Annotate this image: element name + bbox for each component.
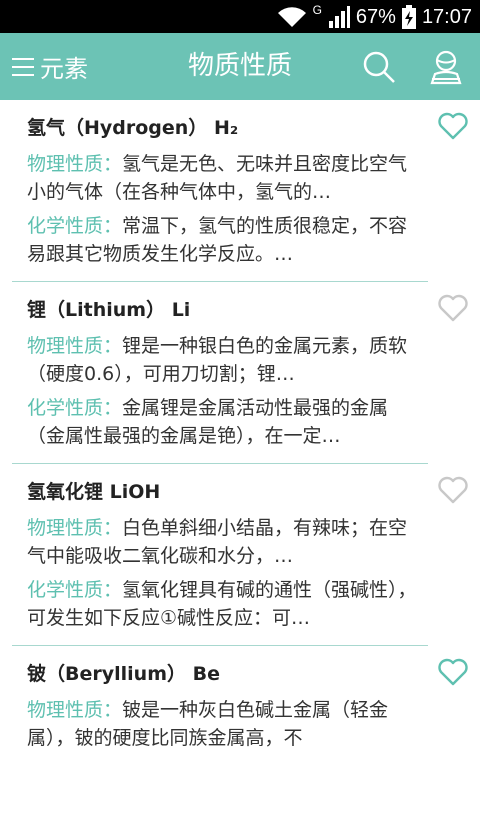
status-icons: G 67% 17:07 <box>277 3 472 31</box>
wifi-icon <box>277 7 306 28</box>
substance-list: 氢气（Hydrogen） H₂ 物理性质：氢气是无色、无味并且密度比空气小的气体… <box>0 100 480 828</box>
heart-icon[interactable] <box>438 658 468 686</box>
status-bar: G 67% 17:07 <box>0 0 480 33</box>
physical-properties: 物理性质：氢气是无色、无味并且密度比空气小的气体（在各种气体中，氢气的… <box>27 153 408 203</box>
substance-name: 氢氧化锂 LiOH <box>27 481 161 503</box>
chemical-properties: 化学性质：氢氧化锂具有碱的通性（强碱性），可发生如下反应①碱性反应：可… <box>27 579 417 629</box>
heart-icon[interactable] <box>438 112 468 140</box>
user-icon[interactable] <box>428 49 464 85</box>
battery-charging-icon <box>401 5 416 29</box>
physical-properties: 物理性质：白色单斜细小结晶，有辣味；在空气中能吸收二氧化碳和水分，… <box>27 517 408 567</box>
list-item-lithium[interactable]: 锂（Lithium） Li 物理性质：锂是一种银白色的金属元素，质软（硬度0.6… <box>0 282 480 464</box>
chemical-properties: 化学性质：常温下，氢气的性质很稳定，不容易跟其它物质发生化学反应。… <box>27 215 408 265</box>
signal-icon <box>328 6 350 28</box>
substance-name: 锂（Lithium） Li <box>27 299 191 321</box>
physical-properties: 物理性质：锂是一种银白色的金属元素，质软（硬度0.6），可用刀切割；锂… <box>27 335 408 385</box>
list-item-lithium-hydroxide[interactable]: 氢氧化锂 LiOH 物理性质：白色单斜细小结晶，有辣味；在空气中能吸收二氧化碳和… <box>0 464 480 646</box>
app-bar: 物质性质 元素 <box>0 33 480 100</box>
list-item-beryllium[interactable]: 铍（Beryllium） Be 物理性质：铍是一种灰白色碱土金属（轻金属），铍的… <box>0 646 480 828</box>
substance-name: 氢气（Hydrogen） H₂ <box>27 117 239 139</box>
physical-properties: 物理性质：铍是一种灰白色碱土金属（轻金属），铍的硬度比同族金属高，不 <box>27 699 389 749</box>
chemical-properties: 化学性质：金属锂是金属活动性最强的金属（金属性最强的金属是铯），在一定… <box>27 397 389 447</box>
list-item-hydrogen[interactable]: 氢气（Hydrogen） H₂ 物理性质：氢气是无色、无味并且密度比空气小的气体… <box>0 100 480 282</box>
menu-label: 元素 <box>40 55 88 83</box>
clock: 17:07 <box>421 5 472 28</box>
elements-menu-button[interactable]: 元素 <box>12 33 88 100</box>
search-icon[interactable] <box>362 50 396 84</box>
heart-icon[interactable] <box>438 294 468 322</box>
network-type: G <box>312 3 322 17</box>
heart-icon[interactable] <box>438 476 468 504</box>
substance-name: 铍（Beryllium） Be <box>27 663 220 685</box>
menu-icon <box>12 57 34 76</box>
battery-percent: 67% <box>355 5 396 28</box>
